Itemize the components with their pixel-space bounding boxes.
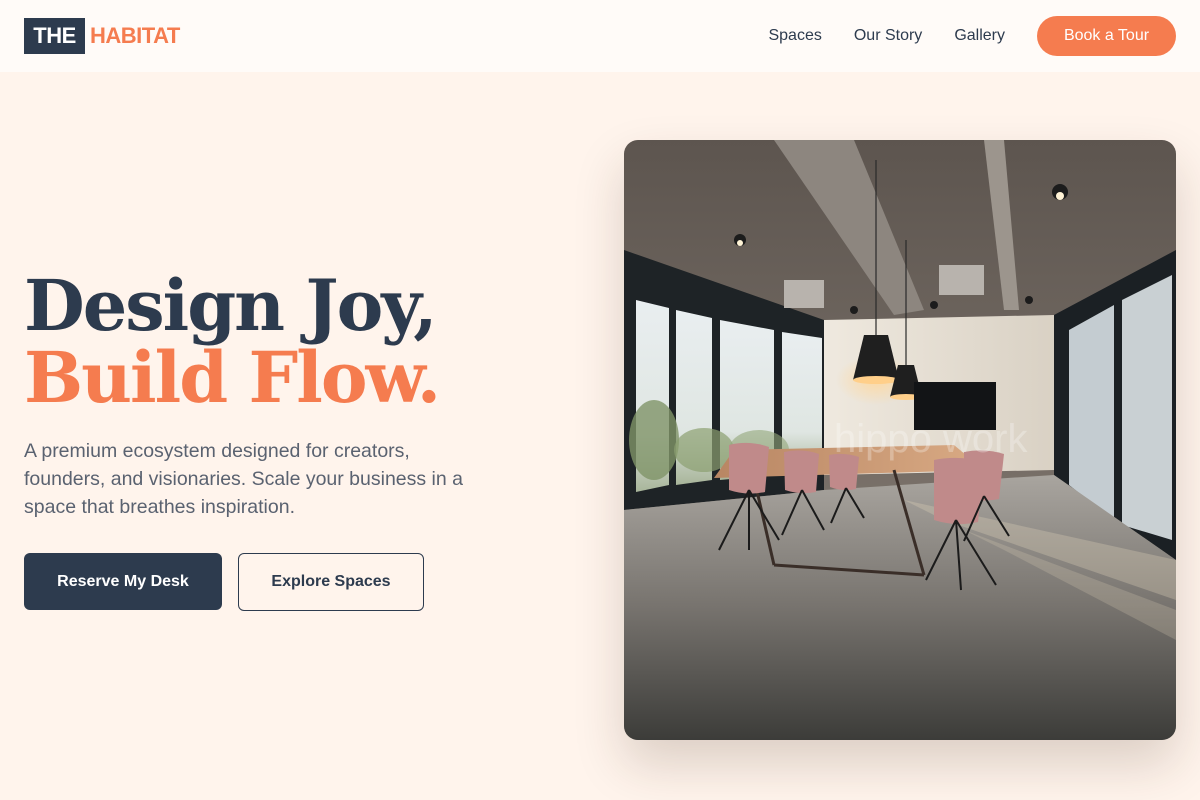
hero-description: A premium ecosystem designed for creator… [24, 440, 463, 518]
main-nav: Spaces Our Story Gallery Book a Tour [768, 16, 1176, 56]
nav-link-gallery[interactable]: Gallery [954, 27, 1005, 45]
logo-mark: THE [24, 18, 85, 54]
hero-office-image: hippo work [624, 140, 1176, 740]
reserve-desk-button[interactable]: Reserve My Desk [24, 553, 222, 610]
book-tour-button[interactable]: Book a Tour [1037, 16, 1176, 56]
nav-link-spaces[interactable]: Spaces [768, 27, 821, 45]
nav-link-our-story[interactable]: Our Story [854, 27, 922, 45]
explore-spaces-button[interactable]: Explore Spaces [238, 553, 424, 611]
site-header: THE HABITAT Spaces Our Story Gallery Boo… [0, 0, 1200, 72]
logo-wordmark: HABITAT [90, 23, 180, 48]
image-watermark: hippo work [834, 417, 1028, 461]
hero-title-line2: Build Flow. [24, 336, 441, 419]
hero-title: Design Joy, Build Flow. [24, 264, 441, 419]
logo[interactable]: THE HABITAT [24, 18, 180, 54]
hero-title-line1: Design Joy, [24, 264, 438, 347]
